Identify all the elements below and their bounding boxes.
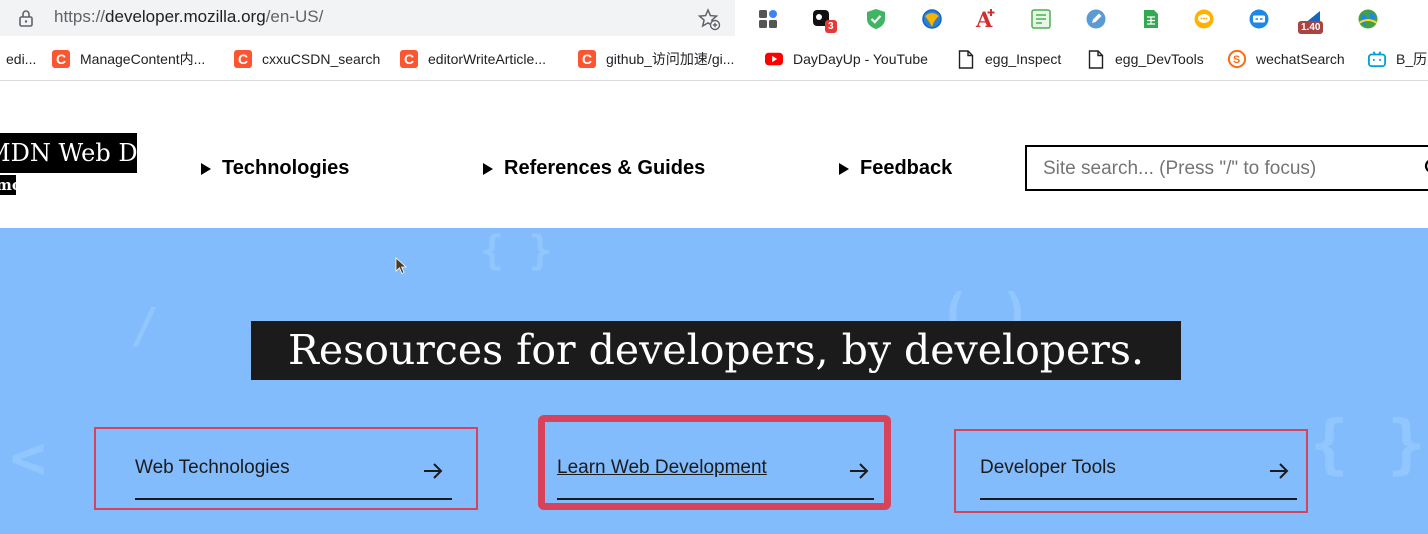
card-underline: [980, 498, 1297, 500]
decorative-brace: { }: [480, 228, 553, 274]
hero-section: { } / ( ) < { } Resources for developers…: [0, 228, 1428, 534]
font-extension-icon[interactable]: A: [973, 6, 999, 32]
youtube-icon: [765, 50, 783, 68]
nav-references-guides[interactable]: References & Guides: [483, 157, 705, 180]
nav-technologies[interactable]: Technologies: [201, 157, 349, 180]
card-label: Developer Tools: [980, 457, 1116, 478]
bookmark-item[interactable]: C editorWriteArticle...: [400, 48, 546, 70]
arrow-right-icon: [422, 460, 444, 487]
todo-extension-icon[interactable]: 3: [809, 6, 837, 33]
csdn-c-icon: C: [52, 50, 70, 68]
address-bar[interactable]: https://developer.mozilla.org/en-US/: [0, 0, 735, 36]
speed-extension-icon[interactable]: 1.40: [1298, 6, 1325, 34]
disclosure-triangle-icon: [483, 162, 493, 175]
csdn-c-icon: C: [400, 50, 418, 68]
search-icon[interactable]: [1424, 158, 1428, 183]
decorative-brace: { }: [1310, 408, 1426, 482]
bilibili-icon: [1368, 50, 1386, 68]
mouse-cursor-icon: [395, 257, 408, 280]
edit-pen-extension-icon[interactable]: [1083, 6, 1109, 32]
decorative-brace: /: [130, 298, 159, 354]
bookmark-item[interactable]: DayDayUp - YouTube: [765, 48, 928, 70]
csdn-c-icon: C: [234, 50, 252, 68]
disclosure-triangle-icon: [201, 162, 211, 175]
adguard-shield-icon[interactable]: [863, 6, 889, 32]
caption-extension-icon[interactable]: [1246, 6, 1272, 32]
sogou-icon: S: [1228, 49, 1246, 69]
chat-bubble-extension-icon[interactable]: [1191, 6, 1217, 32]
mdn-logo[interactable]: MDN Web Docs: [0, 133, 137, 173]
decorative-brace: <: [10, 423, 47, 493]
bookmarks-bar: C edi... C ManageContent内... C cxxuCSDN_…: [0, 38, 1428, 81]
bookmark-item[interactable]: egg_Inspect: [957, 48, 1061, 70]
page-icon: [1087, 49, 1105, 69]
card-underline: [557, 498, 874, 500]
lock-icon[interactable]: [18, 9, 34, 32]
todo-badge: 3: [825, 20, 837, 33]
url-text[interactable]: https://developer.mozilla.org/en-US/: [54, 7, 323, 27]
arrow-right-icon: [1268, 460, 1290, 487]
disclosure-triangle-icon: [839, 162, 849, 175]
bookmark-item[interactable]: C edi...: [0, 48, 36, 70]
card-label: Learn Web Development: [557, 457, 767, 478]
bookmark-item[interactable]: C ManageContent内...: [52, 48, 205, 70]
bookmark-item[interactable]: S wechatSearch: [1228, 48, 1345, 70]
site-search-input[interactable]: Site search... (Press "/" to focus): [1025, 145, 1428, 191]
arrow-right-icon: [848, 460, 870, 487]
bookmark-item[interactable]: B_历: [1368, 48, 1427, 70]
extensions-grid-icon[interactable]: [755, 6, 781, 32]
browser-toolbar: https://developer.mozilla.org/en-US/ 3 A…: [0, 0, 1428, 38]
earth-extension-icon[interactable]: [1355, 6, 1381, 32]
csdn-c-icon: C: [578, 50, 596, 68]
bookmark-item[interactable]: C github_访问加速/gi...: [578, 48, 734, 70]
reader-extension-icon[interactable]: [1028, 6, 1054, 32]
svg-text:S: S: [1233, 54, 1240, 66]
bookmark-item[interactable]: egg_DevTools: [1087, 48, 1204, 70]
sheet-extension-icon[interactable]: [1138, 6, 1164, 32]
add-favorite-star-icon[interactable]: [697, 7, 721, 36]
speed-badge: 1.40: [1298, 21, 1324, 34]
page-icon: [957, 49, 975, 69]
hero-title: Resources for developers, by developers.: [251, 321, 1181, 380]
globe-extension-icon[interactable]: [919, 6, 945, 32]
bookmark-item[interactable]: C cxxuCSDN_search: [234, 48, 380, 70]
site-header: MDN Web Docs moz://a Technologies Refere…: [0, 81, 1428, 228]
mozilla-logo[interactable]: moz://a: [0, 175, 16, 195]
card-underline: [135, 498, 452, 500]
card-label: Web Technologies: [135, 457, 290, 478]
nav-feedback[interactable]: Feedback: [839, 157, 952, 180]
